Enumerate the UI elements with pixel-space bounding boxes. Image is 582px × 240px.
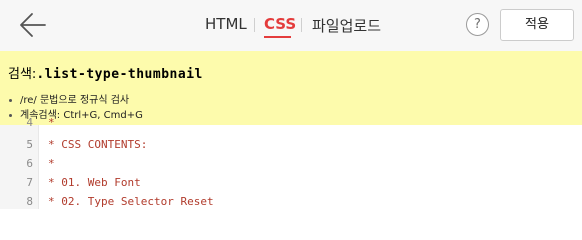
code-text: * [48,116,55,129]
help-icon: ? [474,17,481,32]
code-line: 4 * [0,113,582,132]
code-text: * [48,157,55,170]
line-number: 6 [26,157,33,170]
back-button[interactable] [18,11,48,39]
code-editor[interactable]: 4 * 5 * CSS CONTENTS: 6 * 7 * 01. Web Fo… [0,116,582,211]
code-text: * CSS CONTENTS: [48,138,148,151]
search-hint-text: /re/ 문법으로 정규식 검사 [20,95,130,106]
tab-css[interactable]: CSS [264,15,296,33]
line-number: 8 [26,195,33,208]
line-number: 5 [26,138,33,151]
active-tab-indicator [264,36,291,38]
search-hint: /re/ 문법으로 정규식 검사 [9,91,129,106]
code-line: 5 * CSS CONTENTS: [0,135,582,154]
tab-file-upload[interactable]: 파일업로드 [312,15,381,36]
code-line: 8 * 02. Type Selector Reset [0,192,582,211]
code-text: * 02. Type Selector Reset [48,195,214,208]
tab-divider [301,18,302,32]
line-number: 4 [26,116,33,129]
editor-header: HTML CSS 파일업로드 ? 적용 [0,0,582,51]
tab-html[interactable]: HTML [205,15,247,33]
code-line: 6 * [0,154,582,173]
code-line: 7 * 01. Web Font [0,173,582,192]
help-button[interactable]: ? [466,13,489,36]
code-text: * 01. Web Font [48,176,141,189]
search-input[interactable]: .list-type-thumbnail [36,67,203,82]
arrow-left-icon [20,13,46,37]
apply-button[interactable]: 적용 [500,9,574,41]
search-row: 검색:.list-type-thumbnail [8,63,203,82]
tab-divider [254,18,255,32]
search-label: 검색: [8,67,37,82]
line-number: 7 [26,176,33,189]
bullet-icon [9,98,12,102]
